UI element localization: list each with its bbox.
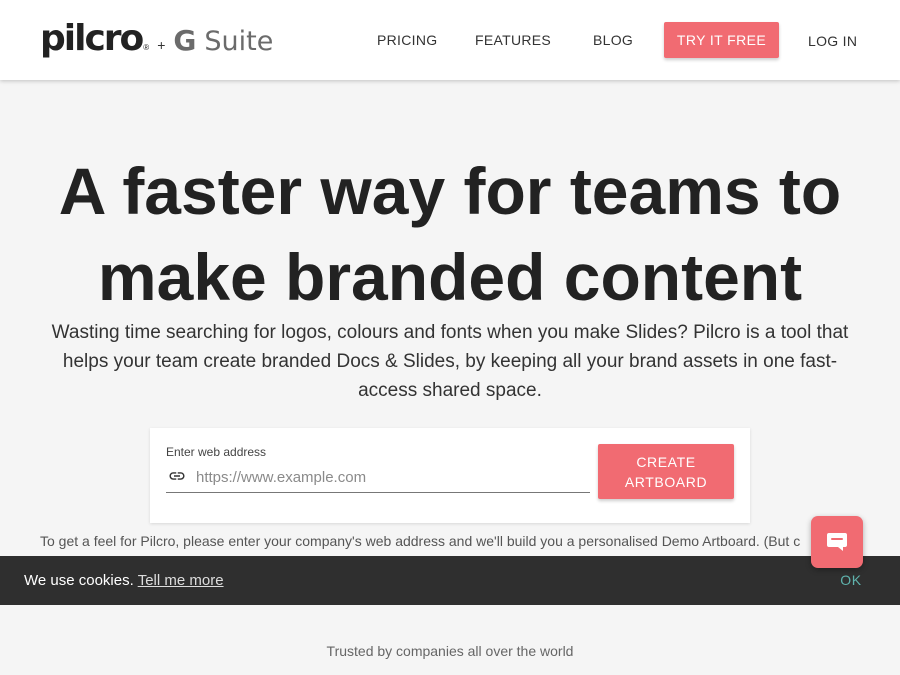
hero-subtitle: Wasting time searching for logos, colour… [51, 322, 849, 401]
try-it-free-button[interactable]: TRY IT FREE [664, 22, 779, 58]
create-artboard-label-line2: ARTBOARD [624, 473, 708, 490]
web-address-input[interactable] [196, 464, 586, 490]
create-artboard-button[interactable]: CREATE ARTBOARD [598, 444, 734, 499]
demo-artboard-note: To get a feel for Pilcro, please enter y… [40, 533, 801, 549]
nav-features[interactable]: FEATURES [475, 32, 551, 48]
logo-plus: + [157, 37, 166, 53]
cookie-tell-me-more-link[interactable]: Tell me more [138, 572, 224, 589]
trusted-by-heading: Trusted by companies all over the world [326, 643, 574, 659]
nav-pricing[interactable]: PRICING [377, 32, 437, 48]
cookie-text: We use cookies. [24, 572, 134, 589]
g-letter: G [173, 24, 197, 57]
chat-bubble-icon [827, 533, 847, 551]
cookie-message: We use cookies. Tell me more [24, 572, 224, 589]
input-underline [166, 492, 590, 493]
create-artboard-label-line1: CREATE [636, 453, 696, 470]
web-address-label: Enter web address [166, 445, 267, 459]
cookie-ok-button[interactable]: OK [826, 566, 876, 594]
artboard-form-card: Enter web address CREATE ARTBOARD [150, 428, 750, 523]
link-icon [169, 472, 185, 480]
pilcro-gsuite-logo[interactable]: pilcro ® + G Suite [40, 18, 273, 59]
chat-launcher-button[interactable] [811, 516, 863, 568]
nav-blog[interactable]: BLOG [593, 32, 633, 48]
suite-wordmark: Suite [204, 26, 274, 57]
hero-title: A faster way for teams to make branded c… [58, 154, 842, 314]
cookie-banner: We use cookies. Tell me more OK [0, 556, 900, 605]
pilcro-wordmark: pilcro [40, 18, 144, 59]
site-header: pilcro ® + G Suite PRICING FEATURES BLOG… [0, 0, 900, 80]
nav-log-in[interactable]: LOG IN [808, 33, 857, 49]
registered-mark: ® [143, 43, 150, 52]
